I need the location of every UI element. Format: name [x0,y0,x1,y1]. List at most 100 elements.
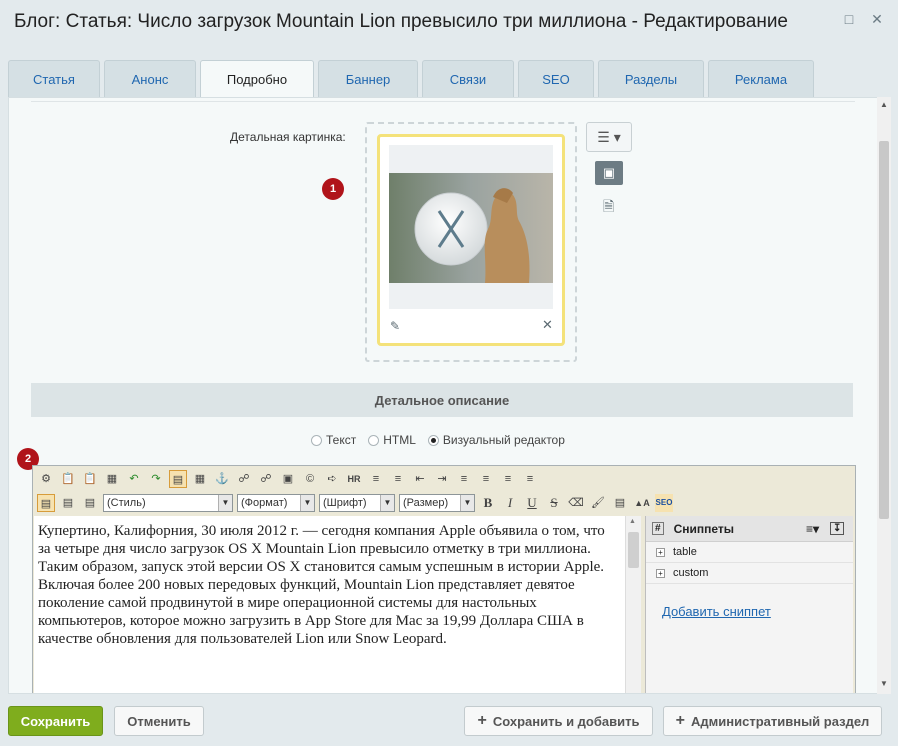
content-paragraph: Купертино, Калифорния, 30 июля 2012 г. —… [38,523,605,557]
expand-icon[interactable]: + [656,547,665,557]
callout-badge: 1 [322,178,344,200]
detail-image-preview[interactable] [389,145,553,309]
size-select[interactable]: (Размер) ▼ [399,494,475,512]
chevron-down-icon: ▼ [300,495,314,511]
clean-icon[interactable]: ▦ [103,470,121,488]
admin-section-button[interactable]: + Административный раздел [663,706,882,736]
scrollbar-thumb[interactable] [628,532,639,568]
snippet-group[interactable]: + table [646,542,853,563]
editor-content[interactable]: Купертино, Калифорния, 30 июля 2012 г. —… [34,516,626,693]
editor-scrollbar[interactable]: ▲ [625,516,641,693]
insert-image-icon[interactable]: ▣ [279,470,297,488]
delete-icon[interactable]: ✕ [542,317,553,333]
maximize-icon[interactable]: □ [842,12,856,26]
scroll-down-icon[interactable]: ▼ [880,679,888,688]
outdent-icon[interactable]: ⇤ [411,470,429,488]
snippets-panel: # Сниппеты ≡▾ ↧ + table + custom Добавить … [645,516,853,693]
snippet-group-label: table [673,546,697,558]
flash-icon[interactable]: ➪ [323,470,341,488]
chevron-down-icon: ▼ [218,495,232,511]
download-icon[interactable]: ↧ [830,522,845,535]
edit-pencil-icon[interactable]: ✎ [390,319,400,333]
tab-banner[interactable]: Баннер [318,60,418,97]
special-char-icon[interactable]: © [301,470,319,488]
style-select[interactable]: (Стиль) ▼ [103,494,233,512]
bullet-list-icon[interactable]: ≡ [389,470,407,488]
image-menu-button[interactable]: ☰ ▾ [586,122,632,152]
format-select[interactable]: (Формат) ▼ [237,494,315,512]
list-menu-icon[interactable]: ≡▾ [806,522,819,536]
mode-visual[interactable]: Визуальный редактор [427,433,565,447]
select-value: (Стиль) [107,497,146,509]
tab-links[interactable]: Связи [422,60,514,97]
page-scrollbar[interactable]: ▲ ▼ [877,97,891,694]
tab-label: Подробно [226,72,288,87]
tab-details[interactable]: Подробно [200,60,314,98]
file-icon[interactable]: 🗎 [603,196,614,220]
mode-html[interactable]: HTML [368,433,416,447]
save-and-add-button[interactable]: + Сохранить и добавить [464,706,653,736]
details-panel: Детальная картинка: ✎ ✕ 1 ☰ ▾ ▣ 🗎 Деталь… [8,97,891,694]
page-break-icon[interactable]: ▤ [169,470,187,488]
mode-text[interactable]: Текст [311,433,356,447]
radio-checked-icon [427,434,439,446]
anchor-icon[interactable]: ⚓ [213,470,231,488]
scroll-up-icon[interactable]: ▲ [629,518,636,525]
tab-ads[interactable]: Реклама [708,60,814,97]
wysiwyg-mode-icon[interactable]: ▤ [37,494,55,512]
italic-button[interactable]: I [501,494,519,512]
redo-icon[interactable]: ↷ [147,470,165,488]
button-label: Сохранить и добавить [492,713,640,729]
content-paragraph: Таким образом, запуск этой версии OS X с… [38,559,605,647]
align-right-icon[interactable]: ≡ [499,470,517,488]
code-mode-icon[interactable]: ▤ [59,494,77,512]
chevron-down-icon: ▼ [380,495,394,511]
scroll-up-icon[interactable]: ▲ [880,100,888,109]
tab-label: Баннер [345,71,391,87]
settings-icon[interactable]: ⚙ [37,470,55,488]
editor-toolbar-row-1: ⚙ 📋 📋 ▦ ↶ ↷ ▤ ▦ ⚓ ☍ ☍ ▣ © ➪ HR ≡ ≡ ⇤ ⇥ ≡ [33,467,543,491]
snippet-group[interactable]: + custom [646,563,853,584]
tab-sections[interactable]: Разделы [598,60,704,97]
unlink-icon[interactable]: ☍ [257,470,275,488]
undo-icon[interactable]: ↶ [125,470,143,488]
align-center-icon[interactable]: ≡ [477,470,495,488]
font-select[interactable]: (Шрифт) ▼ [319,494,395,512]
justify-icon[interactable]: ≡ [521,470,539,488]
hr-icon[interactable]: HR [345,470,363,488]
radio-label: Визуальный редактор [442,433,565,447]
paste-word-icon[interactable]: 📋 [59,470,77,488]
button-label: Административный раздел [691,713,870,729]
tab-article[interactable]: Статья [8,60,100,97]
divider [31,101,855,102]
align-left-icon[interactable]: ≡ [455,470,473,488]
radio-icon [311,434,322,446]
expand-icon[interactable]: + [656,568,665,578]
snippets-title: Сниппеты [673,521,734,536]
seo-button[interactable]: SEO [655,494,673,512]
font-color-icon[interactable]: ▲A [633,494,651,512]
tab-announce[interactable]: Анонс [104,60,196,97]
save-button[interactable]: Сохранить [8,706,103,736]
eraser-icon[interactable]: ⌫ [567,494,585,512]
numbered-list-icon[interactable]: ≡ [367,470,385,488]
indent-icon[interactable]: ⇥ [433,470,451,488]
tab-seo[interactable]: SEO [518,60,594,97]
close-icon[interactable]: ✕ [870,12,884,26]
underline-button[interactable]: U [523,494,541,512]
link-icon[interactable]: ☍ [235,470,253,488]
paste-text-icon[interactable]: 📋 [81,470,99,488]
cancel-button[interactable]: Отменить [114,706,204,736]
edit-window: Блог: Статья: Число загрузок Mountain Li… [0,0,898,746]
brush-icon[interactable]: 🖌 [589,494,607,512]
strike-button[interactable]: S [545,494,563,512]
table-icon[interactable]: ▦ [191,470,209,488]
add-snippet-link[interactable]: Добавить сниппет [646,584,853,619]
scrollbar-thumb[interactable] [879,141,889,519]
split-mode-icon[interactable]: ▤ [81,494,99,512]
image-card[interactable]: ✎ ✕ [377,134,565,346]
snippets-header: # Сниппеты ≡▾ ↧ [646,516,853,542]
bold-button[interactable]: B [479,494,497,512]
spellcheck-icon[interactable]: ▤ [611,494,629,512]
image-icon[interactable]: ▣ [595,161,623,185]
